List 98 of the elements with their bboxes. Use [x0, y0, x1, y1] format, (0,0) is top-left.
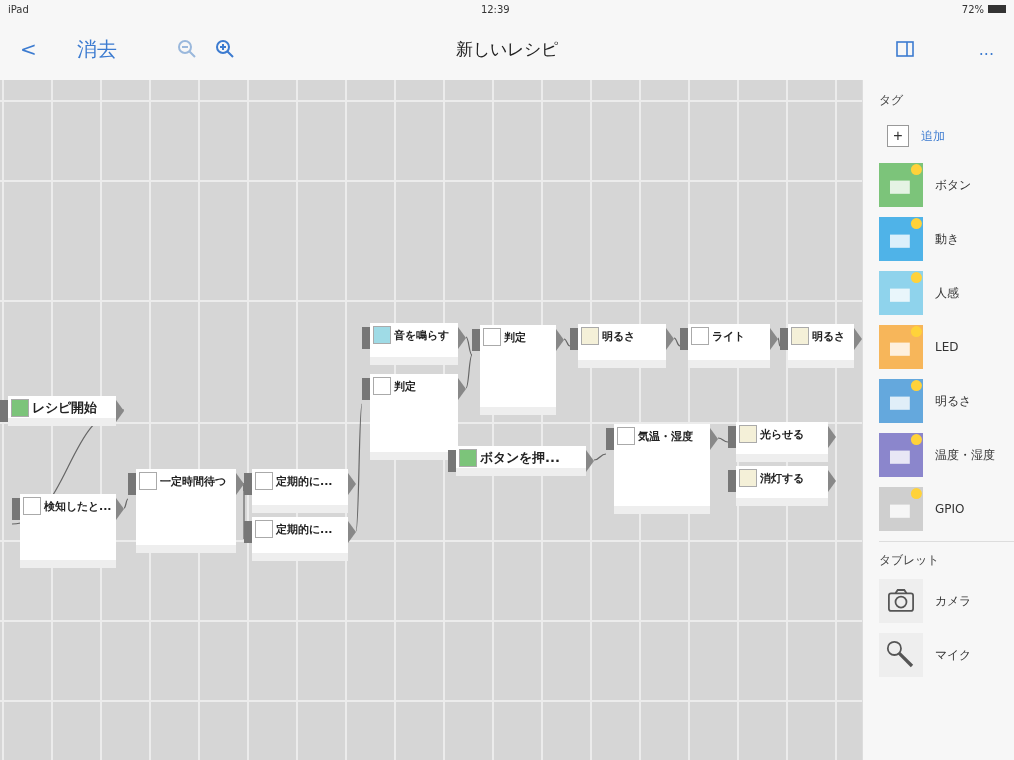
block-title: 明るさ	[812, 328, 845, 344]
tag-label: 人感	[935, 284, 959, 302]
block-icon	[373, 326, 391, 344]
input-port[interactable]	[728, 470, 736, 492]
tag-icon[interactable]	[879, 433, 923, 477]
input-port[interactable]	[12, 498, 20, 520]
camera-icon[interactable]	[879, 579, 923, 623]
input-port[interactable]	[780, 328, 788, 350]
connector-line	[563, 338, 571, 347]
block-title: 明るさ	[602, 328, 635, 344]
block-icon	[255, 472, 273, 490]
tag-label: ボタン	[935, 176, 971, 194]
panel-icon[interactable]	[894, 39, 915, 59]
output-port[interactable]	[116, 400, 124, 422]
recipe-title: 新しいレシピ	[456, 37, 558, 61]
block-icon	[739, 425, 757, 443]
block-title: 検知したと...	[44, 498, 112, 514]
tag-label: 明るさ	[935, 392, 971, 410]
block-title: 定期的に...	[276, 473, 333, 489]
tag-label: カメラ	[935, 592, 971, 610]
block-icon	[23, 497, 41, 515]
connector-line	[673, 337, 681, 347]
recipe-block[interactable]: 音を鳴らす	[370, 323, 458, 365]
recipe-block[interactable]: 明るさ	[788, 324, 854, 368]
recipe-block[interactable]: 光らせる	[736, 422, 828, 462]
recipe-block[interactable]: 定期的に...	[252, 517, 348, 561]
tag-icon[interactable]	[879, 379, 923, 423]
block-title: ボタンを押...	[480, 449, 560, 467]
battery-icon	[988, 5, 1006, 13]
input-port[interactable]	[0, 400, 8, 422]
more-button[interactable]: ...	[974, 35, 998, 63]
block-icon	[739, 469, 757, 487]
input-port[interactable]	[570, 328, 578, 350]
block-icon	[483, 328, 501, 346]
connector-line	[717, 437, 729, 443]
tag-label: マイク	[935, 646, 971, 664]
block-title: 気温・湿度	[638, 428, 693, 444]
recipe-block[interactable]: ボタンを押...	[456, 446, 586, 476]
output-port[interactable]	[828, 426, 836, 448]
block-title: 音を鳴らす	[394, 327, 449, 343]
block-title: 光らせる	[760, 426, 804, 442]
block-title: 定期的に...	[276, 521, 333, 537]
tag-label: LED	[935, 340, 959, 354]
recipe-block[interactable]: 判定	[480, 325, 556, 415]
recipe-block[interactable]: 検知したと...	[20, 494, 116, 568]
connector-line	[593, 453, 607, 461]
block-icon	[791, 327, 809, 345]
input-port[interactable]	[728, 426, 736, 448]
block-icon	[617, 427, 635, 445]
block-title: 判定	[394, 378, 416, 394]
tag-label: 温度・湿度	[935, 446, 995, 464]
recipe-block[interactable]: 明るさ	[578, 324, 666, 368]
clear-button[interactable]: 消去	[72, 31, 121, 67]
recipe-block[interactable]: ライト	[688, 324, 770, 368]
input-port[interactable]	[472, 329, 480, 351]
tag-icon[interactable]	[879, 325, 923, 369]
input-port[interactable]	[128, 473, 136, 495]
recipe-block[interactable]: 判定	[370, 374, 458, 460]
output-port[interactable]	[348, 521, 356, 543]
input-port[interactable]	[362, 378, 370, 400]
recipe-block[interactable]: 定期的に...	[252, 469, 348, 513]
section-heading: タグ	[879, 92, 904, 109]
block-icon	[255, 520, 273, 538]
tag-label: 動き	[935, 230, 959, 248]
battery-level: 72%	[961, 3, 984, 15]
clock-time: 12:39	[480, 3, 510, 15]
input-port[interactable]	[244, 473, 252, 495]
recipe-block[interactable]: 一定時間待つ	[136, 469, 236, 553]
input-port[interactable]	[448, 450, 456, 472]
block-title: 消灯する	[760, 470, 804, 486]
tag-icon[interactable]	[879, 217, 923, 261]
tag-icon[interactable]	[879, 271, 923, 315]
recipe-block[interactable]: 気温・湿度	[614, 424, 710, 514]
device-name: iPad	[8, 3, 29, 15]
tag-icon[interactable]	[879, 163, 923, 207]
recipe-block[interactable]: 消灯する	[736, 466, 828, 506]
block-title: ライト	[712, 328, 745, 344]
block-title: レシピ開始	[32, 399, 97, 417]
block-title: 一定時間待つ	[160, 473, 226, 489]
input-port[interactable]	[680, 328, 688, 350]
connector-line	[777, 337, 781, 347]
block-icon	[373, 377, 391, 395]
block-icon	[11, 399, 29, 417]
input-port[interactable]	[244, 521, 252, 543]
tag-label: GPIO	[935, 502, 965, 516]
input-port[interactable]	[606, 428, 614, 450]
block-title: 判定	[504, 329, 526, 345]
block-icon	[459, 449, 477, 467]
block-icon	[139, 472, 157, 490]
block-icon	[581, 327, 599, 345]
recipe-block[interactable]: レシピ開始	[8, 396, 116, 426]
tag-icon[interactable]	[879, 487, 923, 531]
back-button[interactable]: <	[16, 33, 41, 65]
add-button[interactable]: +	[887, 125, 909, 147]
section-heading: タブレット	[879, 552, 940, 569]
add-label[interactable]: 追加	[921, 127, 945, 145]
block-icon	[691, 327, 709, 345]
input-port[interactable]	[362, 327, 370, 349]
